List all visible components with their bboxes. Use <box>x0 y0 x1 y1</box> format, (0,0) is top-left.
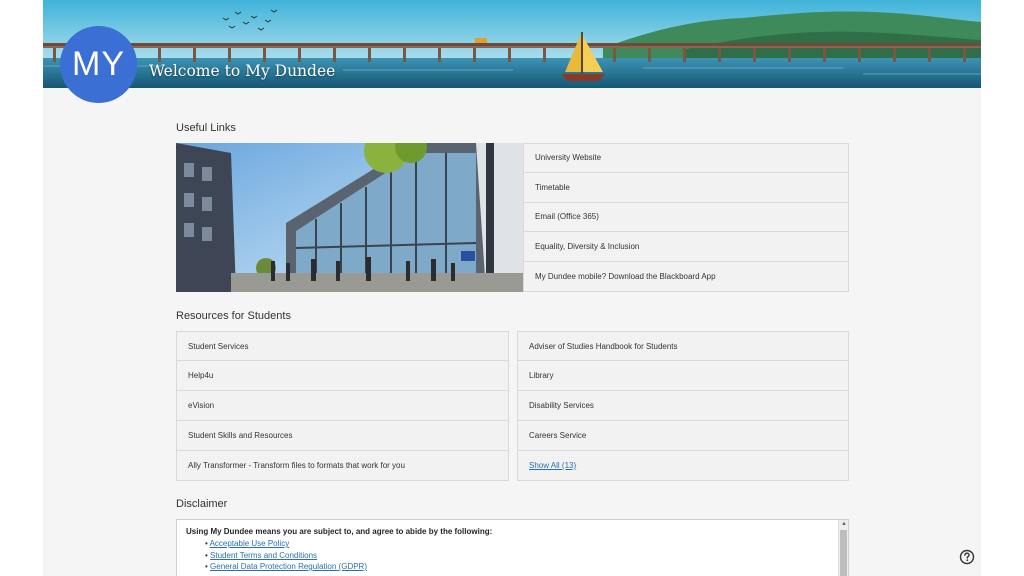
resources-left-list: Student Services Help4u eVision Student … <box>176 331 509 481</box>
resource-evision[interactable]: eVision <box>176 391 509 421</box>
useful-links-heading: Useful Links <box>176 122 236 134</box>
student-terms-link[interactable]: Student Terms and Conditions <box>210 551 317 560</box>
resource-ally-transformer[interactable]: Ally Transformer - Transform files to fo… <box>176 451 509 481</box>
acceptable-use-policy-link[interactable]: Acceptable Use Policy <box>210 539 290 548</box>
gdpr-link[interactable]: General Data Protection Regulation (GDPR… <box>210 562 367 571</box>
resource-disability-services[interactable]: Disability Services <box>517 391 849 421</box>
disclaimer-lead: Using My Dundee means you are subject to… <box>186 527 493 536</box>
resource-adviser-handbook[interactable]: Adviser of Studies Handbook for Students <box>517 331 849 361</box>
disclaimer-scrollbar[interactable]: ▲ <box>838 520 848 576</box>
my-dundee-logo[interactable]: MY <box>60 26 137 103</box>
useful-link-university-website[interactable]: University Website <box>523 143 849 173</box>
disclaimer-policy-list: Acceptable Use Policy Student Terms and … <box>205 538 492 573</box>
show-all-link[interactable]: Show All (13) <box>529 461 576 470</box>
show-all-row: Show All (13) <box>517 451 849 481</box>
useful-link-email[interactable]: Email (Office 365) <box>523 202 849 233</box>
resource-careers-service[interactable]: Careers Service <box>517 421 849 451</box>
useful-link-timetable[interactable]: Timetable <box>523 172 849 203</box>
resources-heading: Resources for Students <box>176 310 291 322</box>
resource-library[interactable]: Library <box>517 361 849 391</box>
scroll-up-arrow-icon[interactable]: ▲ <box>841 521 847 527</box>
useful-links-list: University Website Timetable Email (Offi… <box>523 143 849 292</box>
list-item: Acceptable Use Policy <box>205 538 492 550</box>
page-container: Welcome to My Dundee MY Useful Links Uni… <box>43 0 981 576</box>
header-banner: Welcome to My Dundee <box>43 0 981 88</box>
list-item: Student Terms and Conditions <box>205 550 492 562</box>
resources-right-list: Adviser of Studies Handbook for Students… <box>517 331 849 481</box>
page-title: Welcome to My Dundee <box>149 62 336 80</box>
scrollbar-thumb[interactable] <box>840 530 847 576</box>
resource-student-services[interactable]: Student Services <box>176 331 509 361</box>
resource-student-skills[interactable]: Student Skills and Resources <box>176 421 509 451</box>
help-circle-icon[interactable] <box>959 549 975 565</box>
disclaimer-panel: Using My Dundee means you are subject to… <box>176 519 849 576</box>
resource-help4u[interactable]: Help4u <box>176 361 509 391</box>
useful-link-equality-diversity[interactable]: Equality, Diversity & Inclusion <box>523 232 849 263</box>
campus-building-photo <box>176 143 523 292</box>
disclaimer-heading: Disclaimer <box>176 498 228 510</box>
useful-link-blackboard-app[interactable]: My Dundee mobile? Download the Blackboar… <box>523 262 849 292</box>
disclaimer-content: Using My Dundee means you are subject to… <box>186 527 492 573</box>
list-item: General Data Protection Regulation (GDPR… <box>205 561 492 573</box>
